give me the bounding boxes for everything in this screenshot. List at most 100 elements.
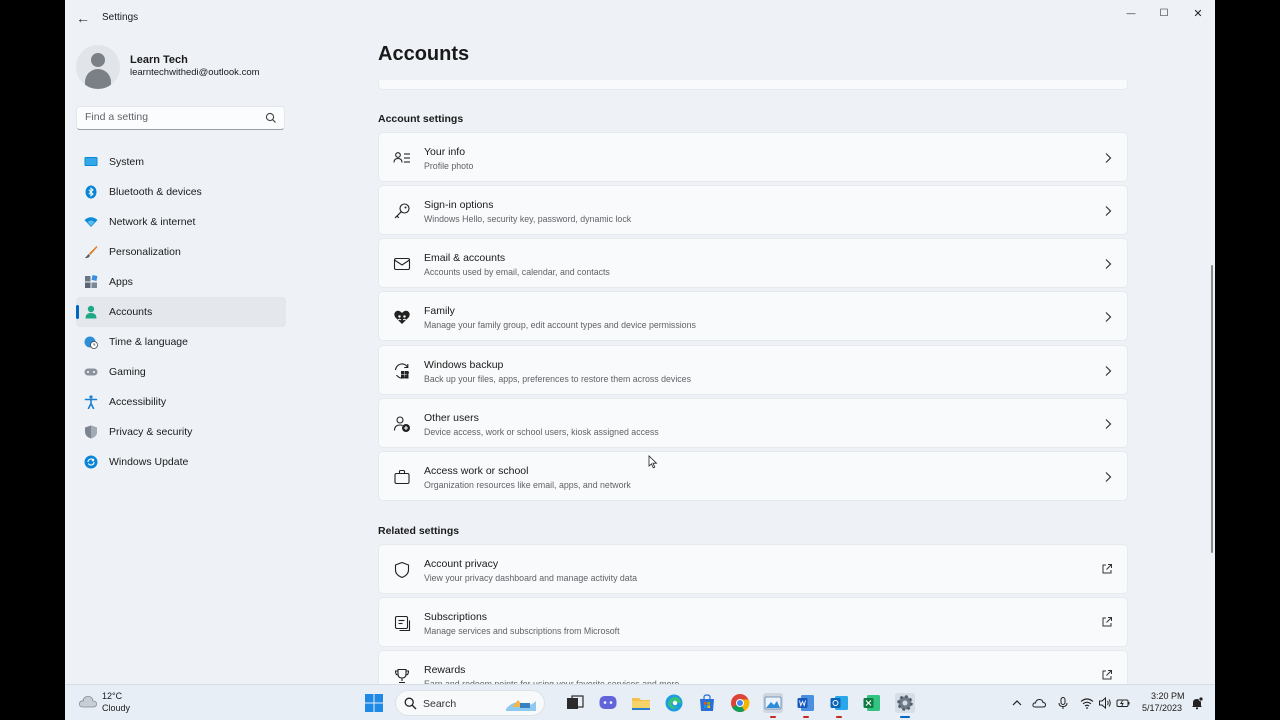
weather-condition[interactable]: Cloudy xyxy=(102,703,130,713)
update-icon xyxy=(84,455,98,469)
taskbar-search[interactable]: Search xyxy=(395,690,545,716)
card-title: Access work or school xyxy=(424,465,529,477)
sidebar-item-windows-update[interactable]: Windows Update xyxy=(76,447,286,477)
sidebar-item-accounts[interactable]: Accounts xyxy=(76,297,286,327)
running-indicator xyxy=(836,716,842,718)
settings-app[interactable] xyxy=(895,693,915,718)
section-heading-account-settings: Account settings xyxy=(378,113,464,125)
settings-card-sign-in-options[interactable]: Sign-in options Windows Hello, security … xyxy=(378,185,1128,235)
main-scrollbar[interactable] xyxy=(1211,265,1213,553)
search-box[interactable] xyxy=(76,106,285,130)
bluetooth-icon xyxy=(85,185,97,199)
sidebar-item-apps[interactable]: Apps xyxy=(76,267,286,297)
volume-icon[interactable] xyxy=(1098,696,1112,710)
photos-icon xyxy=(764,696,782,710)
accounts-icon xyxy=(85,305,97,319)
search-icon xyxy=(404,697,417,710)
cloud-icon[interactable] xyxy=(78,693,98,709)
person-info-icon xyxy=(393,152,410,163)
sidebar-item-network[interactable]: Network & internet xyxy=(76,207,286,237)
search-input[interactable] xyxy=(85,111,260,123)
settings-card-your-info[interactable]: Your info Profile photo xyxy=(378,132,1128,182)
file-explorer-icon[interactable] xyxy=(631,693,651,713)
running-indicator xyxy=(803,716,809,718)
external-link-icon xyxy=(1102,670,1112,680)
onedrive-icon[interactable] xyxy=(1032,696,1046,710)
wifi-tray-icon[interactable] xyxy=(1080,696,1094,710)
close-icon: ✕ xyxy=(1193,7,1203,20)
chevron-right-icon xyxy=(1105,153,1112,163)
settings-card-account-privacy[interactable]: Account privacy View your privacy dashbo… xyxy=(378,544,1128,594)
edge-icon[interactable] xyxy=(664,693,684,713)
settings-card-windows-backup[interactable]: Windows backup Back up your files, apps,… xyxy=(378,345,1128,395)
sidebar-item-bluetooth[interactable]: Bluetooth & devices xyxy=(76,177,286,207)
chevron-up-icon[interactable] xyxy=(1010,696,1024,710)
sidebar-item-label: Accounts xyxy=(109,306,153,318)
briefcase-icon xyxy=(394,469,410,485)
settings-card-subscriptions[interactable]: Subscriptions Manage services and subscr… xyxy=(378,597,1128,647)
sidebar-item-label: Privacy & security xyxy=(109,426,193,438)
start-button[interactable] xyxy=(365,694,383,712)
battery-icon[interactable] xyxy=(1116,696,1130,710)
brush-icon xyxy=(85,246,98,259)
task-view-icon[interactable] xyxy=(565,693,585,713)
profile-email: learntechwithedi@outlook.com xyxy=(130,67,260,78)
excel-icon[interactable] xyxy=(862,693,882,713)
card-subtitle: Profile photo xyxy=(424,161,474,171)
settings-card-other-users[interactable]: Other users Device access, work or schoo… xyxy=(378,398,1128,448)
card-subtitle: View your privacy dashboard and manage a… xyxy=(424,573,638,583)
back-arrow-icon: ← xyxy=(76,10,90,26)
sidebar-item-personalization[interactable]: Personalization xyxy=(76,237,286,267)
chevron-right-icon xyxy=(1105,206,1112,216)
store-icon[interactable] xyxy=(697,693,717,713)
photos-app[interactable] xyxy=(763,693,783,718)
sidebar-item-system[interactable]: System xyxy=(76,147,286,177)
title-bar: ← Settings — ☐ ✕ xyxy=(65,0,1215,36)
shield-outline-icon xyxy=(394,561,410,579)
sidebar-item-label: Time & language xyxy=(109,336,188,348)
microphone-icon[interactable] xyxy=(1056,696,1070,710)
sidebar-item-label: Network & internet xyxy=(109,216,196,228)
word-app[interactable] xyxy=(796,693,816,718)
close-button[interactable]: ✕ xyxy=(1181,4,1215,22)
clock-date[interactable]: 5/17/2023 xyxy=(1142,703,1182,713)
sidebar-item-accessibility[interactable]: Accessibility xyxy=(76,387,286,417)
chat-icon[interactable] xyxy=(598,693,618,713)
sidebar-item-label: Windows Update xyxy=(109,456,189,468)
sidebar-item-label: Gaming xyxy=(109,366,146,378)
weather-temperature[interactable]: 12°C xyxy=(102,691,122,701)
card-subtitle: Manage services and subscriptions from M… xyxy=(424,626,620,636)
search-icon[interactable] xyxy=(265,112,277,124)
sidebar-item-label: Personalization xyxy=(109,246,181,258)
chevron-right-icon xyxy=(1105,366,1112,376)
chevron-right-icon xyxy=(1105,259,1112,269)
section-heading-related-settings: Related settings xyxy=(378,525,460,537)
sidebar-item-gaming[interactable]: Gaming xyxy=(76,357,286,387)
card-subtitle: Device access, work or school users, kio… xyxy=(424,427,659,437)
maximize-icon: ☐ xyxy=(1159,7,1169,19)
card-subtitle: Back up your files, apps, preferences to… xyxy=(424,374,691,384)
card-subtitle: Accounts used by email, calendar, and co… xyxy=(424,267,610,277)
notification-bell-icon[interactable] xyxy=(1190,696,1204,710)
chrome-icon[interactable] xyxy=(730,693,750,713)
settings-card-family[interactable]: Family Manage your family group, edit ac… xyxy=(378,291,1128,341)
settings-card-access-work-school[interactable]: Access work or school Organization resou… xyxy=(378,451,1128,501)
word-icon xyxy=(797,695,814,711)
sidebar-item-time-language[interactable]: Time & language xyxy=(76,327,286,357)
sidebar-item-label: Apps xyxy=(109,276,133,288)
clock-time[interactable]: 3:20 PM xyxy=(1151,691,1185,701)
chevron-right-icon xyxy=(1105,472,1112,482)
card-title: Rewards xyxy=(424,664,466,676)
user-profile[interactable]: Learn Tech learntechwithedi@outlook.com xyxy=(76,45,306,89)
sidebar-item-privacy[interactable]: Privacy & security xyxy=(76,417,286,447)
back-button[interactable]: ← xyxy=(73,8,93,28)
mail-icon xyxy=(393,257,411,271)
gear-icon xyxy=(897,695,913,711)
globe-clock-icon xyxy=(84,336,98,349)
maximize-button[interactable]: ☐ xyxy=(1147,4,1181,22)
minimize-button[interactable]: — xyxy=(1114,4,1148,22)
wifi-icon xyxy=(84,217,98,227)
outlook-app[interactable] xyxy=(829,693,849,718)
card-subtitle: Organization resources like email, apps,… xyxy=(424,480,631,490)
settings-card-email-accounts[interactable]: Email & accounts Accounts used by email,… xyxy=(378,238,1128,288)
